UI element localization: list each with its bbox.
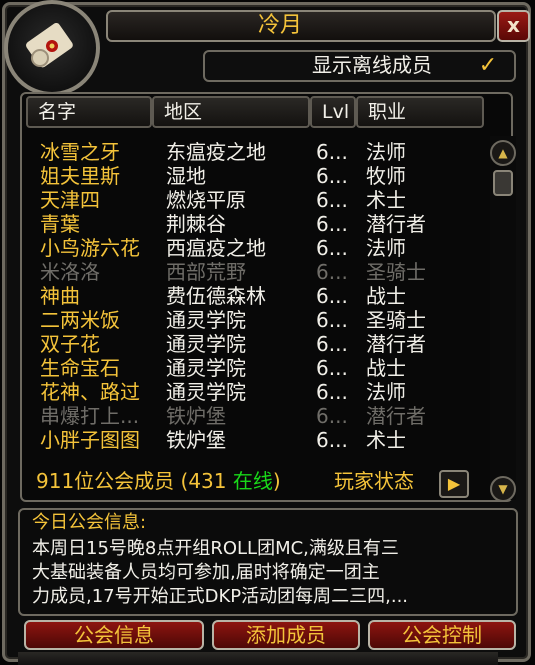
member-zone: 西部荒野	[166, 260, 246, 284]
member-zone: 费伍德森林	[166, 284, 266, 308]
member-class: 潜行者	[366, 332, 426, 356]
guild-control-button[interactable]: 公会控制	[368, 620, 516, 650]
member-zone: 铁炉堡	[166, 428, 226, 452]
member-name: 冰雪之牙	[40, 140, 120, 164]
member-row[interactable]: 天津四 燃烧平原 6... 术士	[40, 188, 480, 212]
column-header-name[interactable]: 名字	[26, 96, 152, 128]
scroll-up-icon[interactable]: ▲	[490, 140, 516, 166]
member-level: 6...	[316, 404, 348, 428]
member-class: 术士	[366, 428, 406, 452]
member-zone: 通灵学院	[166, 356, 246, 380]
member-level: 6...	[316, 428, 348, 452]
member-zone: 湿地	[166, 164, 206, 188]
scroll-down-icon[interactable]: ▼	[490, 476, 516, 502]
member-name: 花神、路过	[40, 380, 140, 404]
member-zone: 通灵学院	[166, 332, 246, 356]
scrollbar-thumb[interactable]	[493, 170, 513, 196]
member-name: 串爆打上...	[40, 404, 140, 428]
member-level: 6...	[316, 212, 348, 236]
member-zone: 荆棘谷	[166, 212, 226, 236]
show-offline-label: 显示离线成员	[312, 53, 432, 77]
online-label: 在线	[232, 469, 273, 493]
member-level: 6...	[316, 260, 348, 284]
member-row[interactable]: 小鸟游六花 西瘟疫之地 6... 法师	[40, 236, 480, 260]
motd-line: 大基础装备人员均可参加,届时将确定一团主	[32, 562, 380, 583]
column-header-level[interactable]: Lvl	[310, 96, 356, 128]
member-zone: 通灵学院	[166, 380, 246, 404]
member-name: 天津四	[40, 188, 100, 212]
column-header-class[interactable]: 职业	[356, 96, 484, 128]
member-count-close: )	[272, 469, 281, 493]
member-class: 圣骑士	[366, 260, 426, 284]
member-row[interactable]: 神曲 费伍德森林 6... 战士	[40, 284, 480, 308]
member-row[interactable]: 二两米饭 通灵学院 6... 圣骑士	[40, 308, 480, 332]
member-level: 6...	[316, 236, 348, 260]
member-class: 潜行者	[366, 212, 426, 236]
member-count: 911位公会成员 (431 在线)	[36, 468, 281, 494]
member-class: 圣骑士	[366, 308, 426, 332]
member-class: 战士	[366, 284, 406, 308]
member-name: 生命宝石	[40, 356, 120, 380]
member-class: 战士	[366, 356, 406, 380]
player-status-label: 玩家状态	[334, 469, 414, 493]
column-header-zone[interactable]: 地区	[152, 96, 310, 128]
member-name: 小鸟游六花	[40, 236, 140, 260]
member-row[interactable]: 姐夫里斯 湿地 6... 牧师	[40, 164, 480, 188]
member-class: 牧师	[366, 164, 406, 188]
member-name: 姐夫里斯	[40, 164, 120, 188]
member-row[interactable]: 双子花 通灵学院 6... 潜行者	[40, 332, 480, 356]
motd-title: 今日公会信息:	[32, 512, 147, 533]
member-row[interactable]: 青葉 荆棘谷 6... 潜行者	[40, 212, 480, 236]
show-offline-checkbox[interactable]: ✓	[474, 54, 502, 78]
member-level: 6...	[316, 140, 348, 164]
scroll-charter-icon	[26, 22, 73, 68]
member-row[interactable]: 小胖子图图 铁炉堡 6... 术士	[40, 428, 480, 452]
member-level: 6...	[316, 284, 348, 308]
member-row[interactable]: 花神、路过 通灵学院 6... 法师	[40, 380, 480, 404]
member-row[interactable]: 串爆打上... 铁炉堡 6... 潜行者	[40, 404, 480, 428]
member-class: 潜行者	[366, 404, 426, 428]
member-row[interactable]: 冰雪之牙 东瘟疫之地 6... 法师	[40, 140, 480, 164]
guild-info-button[interactable]: 公会信息	[24, 620, 204, 650]
close-button[interactable]: x	[497, 10, 530, 42]
member-row[interactable]: 米洛洛 西部荒野 6... 圣骑士	[40, 260, 480, 284]
member-zone: 东瘟疫之地	[166, 140, 266, 164]
member-zone: 铁炉堡	[166, 404, 226, 428]
member-class: 法师	[366, 140, 406, 164]
member-name: 双子花	[40, 332, 100, 356]
member-row[interactable]: 生命宝石 通灵学院 6... 战士	[40, 356, 480, 380]
member-name: 米洛洛	[40, 260, 100, 284]
motd-line: 本周日15号晚8点开组ROLL团MC,满级且有三	[32, 538, 399, 559]
member-class: 法师	[366, 236, 406, 260]
member-zone: 燃烧平原	[166, 188, 246, 212]
member-level: 6...	[316, 332, 348, 356]
member-zone: 通灵学院	[166, 308, 246, 332]
member-name: 小胖子图图	[40, 428, 140, 452]
member-class: 法师	[366, 380, 406, 404]
member-zone: 西瘟疫之地	[166, 236, 266, 260]
player-status-toggle-button[interactable]: ▶	[439, 470, 469, 498]
member-level: 6...	[316, 356, 348, 380]
member-level: 6...	[316, 188, 348, 212]
member-level: 6...	[316, 164, 348, 188]
guild-portrait	[4, 0, 100, 96]
member-level: 6...	[316, 380, 348, 404]
member-class: 术士	[366, 188, 406, 212]
member-name: 二两米饭	[40, 308, 120, 332]
motd-line: 力成员,17号开始正式DKP活动团每周二三四,...	[32, 586, 409, 607]
member-name: 青葉	[40, 212, 80, 236]
member-name: 神曲	[40, 284, 80, 308]
member-count-text: 911位公会成员 (431	[36, 469, 233, 493]
member-level: 6...	[316, 308, 348, 332]
window-title: 冷月	[257, 13, 302, 38]
add-member-button[interactable]: 添加成员	[212, 620, 360, 650]
bottom-tab-strip	[18, 652, 498, 665]
